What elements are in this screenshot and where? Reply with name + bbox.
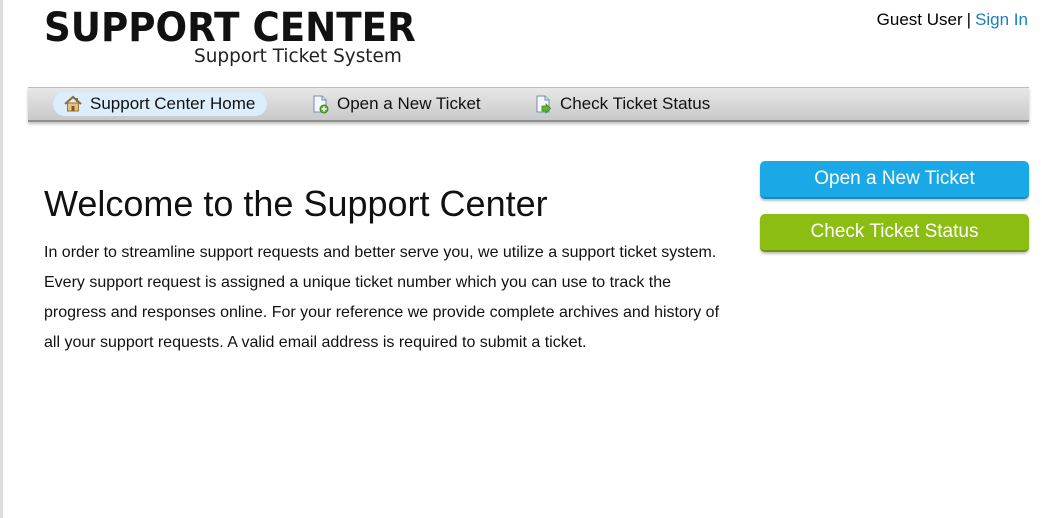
user-separator: | xyxy=(966,10,972,29)
user-box: Guest User | Sign In xyxy=(877,9,1028,31)
nav-item-label: Open a New Ticket xyxy=(337,94,481,113)
new-ticket-icon xyxy=(310,94,330,114)
open-new-ticket-button[interactable]: Open a New Ticket xyxy=(760,161,1029,199)
page-title: Welcome to the Support Center xyxy=(44,183,548,224)
ticket-status-icon xyxy=(533,94,553,114)
home-icon xyxy=(63,94,83,114)
nav-item-check-status[interactable]: Check Ticket Status xyxy=(533,92,710,116)
nav-item-open-ticket[interactable]: Open a New Ticket xyxy=(310,92,481,116)
guest-user-label: Guest User xyxy=(876,10,963,29)
nav-bar: Support Center Home Open a New Ticket Ch… xyxy=(28,87,1029,122)
sign-in-link[interactable]: Sign In xyxy=(975,10,1028,29)
header: SUPPORT CENTER Support Ticket System Gue… xyxy=(0,0,1042,86)
main-content: Welcome to the Support Center In order t… xyxy=(44,178,724,358)
intro-paragraph: In order to streamline support requests … xyxy=(44,244,720,351)
check-ticket-status-button[interactable]: Check Ticket Status xyxy=(760,214,1029,252)
nav-item-label: Support Center Home xyxy=(90,94,256,113)
nav-item-label: Check Ticket Status xyxy=(560,94,711,113)
logo-subtitle: Support Ticket System xyxy=(194,45,402,67)
nav-item-home[interactable]: Support Center Home xyxy=(53,92,268,116)
